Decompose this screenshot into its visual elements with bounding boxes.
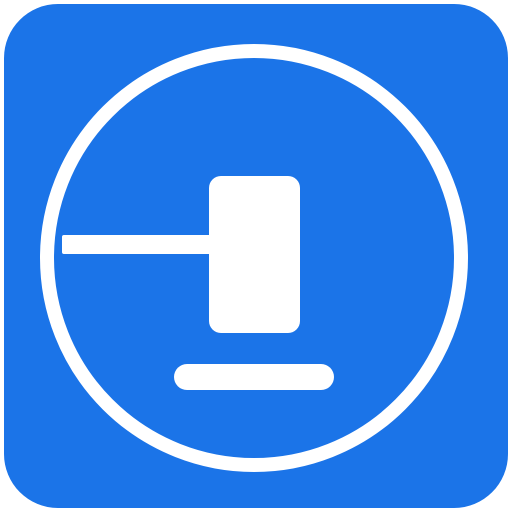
gavel-head-icon [209, 176, 300, 333]
auction-gavel-icon[interactable] [4, 4, 508, 508]
app-icon-canvas [0, 0, 512, 512]
gavel-base-icon [174, 364, 334, 390]
gavel-handle-icon [62, 235, 214, 254]
